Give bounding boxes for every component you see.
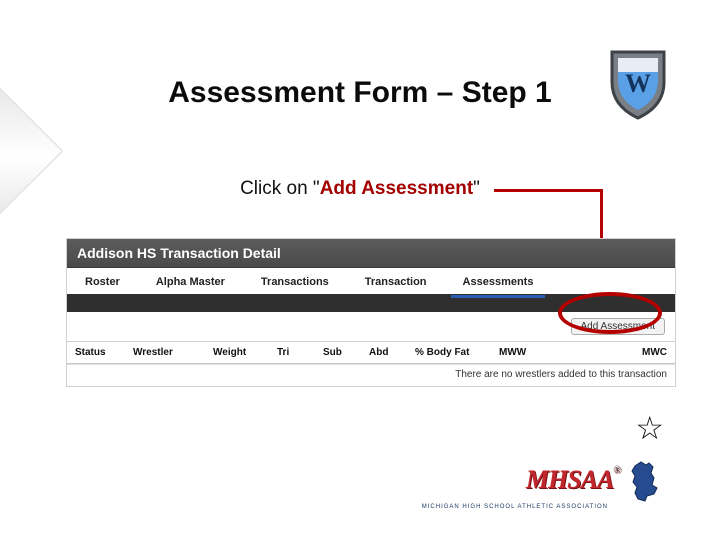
tab-alpha-master[interactable]: Alpha Master <box>138 272 243 292</box>
tab-roster[interactable]: Roster <box>67 272 138 292</box>
col-status: Status <box>75 347 133 358</box>
mhsaa-subtitle: MICHIGAN HIGH SCHOOL ATHLETIC ASSOCIATIO… <box>422 504 608 510</box>
tab-assessments[interactable]: Assessments <box>445 272 552 292</box>
table-header-row: Status Wrestler Weight Tri Sub Abd % Bod… <box>67 342 675 364</box>
instruction-line: Click on "Add Assessment" <box>0 178 720 200</box>
col-mwc: MWC <box>557 347 667 358</box>
table-empty-message: There are no wrestlers added to this tra… <box>67 364 675 386</box>
instruction-emphasis: Add Assessment <box>320 178 473 199</box>
mhsaa-acronym: MHSAA <box>526 465 614 494</box>
col-wrestler: Wrestler <box>133 347 213 358</box>
tab-transactions[interactable]: Transactions <box>243 272 347 292</box>
action-row: Add Assessment <box>67 312 675 342</box>
mhsaa-logo: MHSAA® <box>526 458 670 502</box>
mhsaa-logo-text: MHSAA® <box>526 465 620 495</box>
instruction-prefix: Click on " <box>240 178 320 199</box>
add-assessment-button[interactable]: Add Assessment <box>571 318 665 335</box>
col-mww: MWW <box>499 347 557 358</box>
nav-tabs: Roster Alpha Master Transactions Transac… <box>67 268 675 294</box>
col-weight: Weight <box>213 347 277 358</box>
dark-divider-bar <box>67 294 675 312</box>
embedded-screenshot: Addison HS Transaction Detail Roster Alp… <box>66 238 676 387</box>
michigan-map-icon <box>626 458 670 502</box>
col-sub: Sub <box>323 347 369 358</box>
col-tri: Tri <box>277 347 323 358</box>
registered-mark: ® <box>613 465 620 476</box>
panel-header: Addison HS Transaction Detail <box>67 239 675 268</box>
callout-leader-horizontal <box>494 189 600 192</box>
instruction-suffix: " <box>473 178 480 199</box>
page-title: Assessment Form – Step 1 <box>0 76 720 110</box>
col-abd: Abd <box>369 347 415 358</box>
col-body-fat: % Body Fat <box>415 347 499 358</box>
star-icon: ☆ <box>635 412 664 444</box>
tab-transaction[interactable]: Transaction <box>347 272 445 292</box>
